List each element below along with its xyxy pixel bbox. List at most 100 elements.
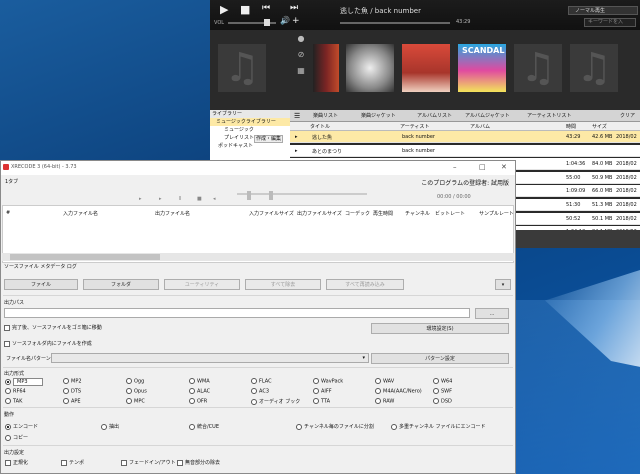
list-scrollbar[interactable] <box>2 253 514 261</box>
player-search-input[interactable]: キーワードを入 <box>584 18 636 27</box>
radio[interactable] <box>63 388 69 394</box>
album-art-2[interactable] <box>346 44 394 92</box>
action-radio[interactable]: 統合/CUE <box>189 423 219 430</box>
action-radio[interactable]: コピー <box>5 434 28 441</box>
file-button[interactable]: ファイル <box>4 279 78 290</box>
table-row[interactable]: ▸ 逃した魚 back number 43:29 42.6 MB 2018/02 <box>290 131 640 143</box>
action-radio[interactable]: 抽出 <box>101 423 119 430</box>
format-radio[interactable]: APE <box>63 398 81 405</box>
radio[interactable] <box>251 398 257 405</box>
column-header[interactable]: タイトル <box>310 123 330 130</box>
format-select[interactable]: MP3 <box>13 378 43 386</box>
placeholder-art-icon[interactable]: ♫ <box>218 44 266 92</box>
format-radio[interactable]: FLAC <box>251 378 272 385</box>
radio[interactable] <box>63 398 69 404</box>
seek-bar[interactable] <box>340 22 450 24</box>
radio[interactable] <box>189 423 195 430</box>
radio[interactable] <box>5 388 11 394</box>
minimize-icon[interactable]: – <box>453 163 457 171</box>
person-icon[interactable]: ● <box>296 34 306 44</box>
format-radio[interactable]: TAK <box>5 398 22 405</box>
radio[interactable] <box>5 379 11 385</box>
grid-icon[interactable]: ▦ <box>296 66 306 76</box>
radio[interactable] <box>313 388 319 394</box>
option-checkbox[interactable]: 無音部分の除去 <box>177 459 220 466</box>
format-radio[interactable]: MP2 <box>63 378 82 385</box>
list-icon[interactable]: ☰ <box>294 112 300 120</box>
library-item[interactable]: ミュージックライブラリー <box>210 118 290 126</box>
action-radio[interactable]: 多重チャンネル ファイルにエンコード <box>391 423 485 430</box>
checkbox[interactable] <box>177 459 183 466</box>
column-header[interactable]: アルバム <box>470 123 490 130</box>
radio[interactable] <box>5 398 11 404</box>
format-radio[interactable]: DSD <box>433 398 452 405</box>
radio[interactable] <box>391 423 397 430</box>
add-icon[interactable]: + <box>292 16 300 26</box>
format-radio[interactable]: OFR <box>189 398 207 405</box>
tab-album-list[interactable]: アルバムリスト <box>408 112 452 121</box>
play-icon[interactable]: ▶ <box>220 3 228 16</box>
clear-all-button[interactable]: すべて除去 <box>245 279 321 290</box>
album-art-scandal[interactable]: SCANDAL <box>458 44 506 92</box>
close-icon[interactable]: ✕ <box>501 163 507 171</box>
env-settings-button[interactable]: 環境設定(S) <box>371 323 509 334</box>
move-to-trash-checkbox[interactable]: 完了後、ソースファイルをゴミ箱に移動 <box>4 324 102 331</box>
browse-button[interactable]: ... <box>475 308 509 319</box>
format-radio[interactable]: AC3 <box>251 388 269 395</box>
radio[interactable] <box>433 388 439 394</box>
format-radio[interactable]: M4A(AAC/Nero) <box>375 388 422 395</box>
format-radio[interactable]: オーディオ ブック <box>251 398 300 405</box>
previous-icon[interactable]: ⏮ <box>262 3 270 13</box>
column-header[interactable]: アーティスト <box>400 123 429 130</box>
checkbox[interactable] <box>4 324 10 331</box>
play-icon[interactable]: ▸ <box>159 196 162 202</box>
placeholder-art-icon[interactable]: ♫ <box>570 44 618 92</box>
column-header[interactable]: 再生時間 <box>373 210 393 217</box>
format-radio[interactable]: WMA <box>189 378 210 385</box>
format-radio[interactable]: DTS <box>63 388 81 395</box>
format-radio[interactable]: SWF <box>433 388 452 395</box>
option-checkbox[interactable]: 正規化 <box>5 459 28 466</box>
format-radio[interactable]: ALAC <box>189 388 210 395</box>
more-dropdown[interactable]: ▾ <box>495 279 511 290</box>
checkbox[interactable] <box>4 340 10 347</box>
radio[interactable] <box>313 378 319 384</box>
pause-icon[interactable]: Ⅱ <box>179 196 181 202</box>
playback-mode-select[interactable]: ノーマル再生 <box>568 6 638 15</box>
tab-song-list[interactable]: 楽曲リスト <box>304 112 338 121</box>
clear-button[interactable]: クリア <box>620 112 635 121</box>
format-radio[interactable]: RAW <box>375 398 394 405</box>
radio[interactable] <box>126 398 132 404</box>
radio[interactable] <box>189 398 195 404</box>
format-radio[interactable]: Ogg <box>126 378 144 385</box>
position-thumb[interactable] <box>269 191 273 200</box>
format-radio[interactable]: WAV <box>375 378 394 385</box>
radio[interactable] <box>251 378 257 384</box>
radio[interactable] <box>251 388 257 394</box>
format-radio[interactable]: AIFF <box>313 388 332 395</box>
column-header[interactable]: サイズ <box>592 123 607 130</box>
format-radio[interactable]: TTA <box>313 398 330 405</box>
radio[interactable] <box>375 398 381 404</box>
tab-album-jacket[interactable]: アルバムジャケット <box>456 112 510 121</box>
tab-artist-list[interactable]: アーティストリスト <box>518 112 571 121</box>
rewind-icon[interactable]: ▸ <box>139 196 142 202</box>
reload-all-button[interactable]: すべて再読み込み <box>326 279 404 290</box>
column-header[interactable]: サンプルレート <box>479 210 514 217</box>
folder-button[interactable]: フォルダ <box>83 279 159 290</box>
radio[interactable] <box>63 378 69 384</box>
radio[interactable] <box>433 398 439 404</box>
option-checkbox[interactable]: テンポ <box>61 459 84 466</box>
library-item[interactable]: プレイリスト 作成・編集 <box>210 134 290 143</box>
action-radio[interactable]: チャンネル毎のファイルに分割 <box>296 423 374 430</box>
maximize-icon[interactable]: □ <box>479 163 486 171</box>
radio[interactable] <box>126 378 132 384</box>
format-radio[interactable]: MP3 <box>5 378 43 386</box>
format-radio[interactable]: WavPack <box>313 378 343 385</box>
checkbox[interactable] <box>5 459 11 466</box>
option-checkbox[interactable]: フェードイン/アウト <box>121 459 176 466</box>
playlist-edit-button[interactable]: 作成・編集 <box>254 135 284 143</box>
format-radio[interactable]: MPC <box>126 398 145 405</box>
link-icon[interactable]: ⊘ <box>296 50 306 60</box>
radio[interactable] <box>189 378 195 384</box>
